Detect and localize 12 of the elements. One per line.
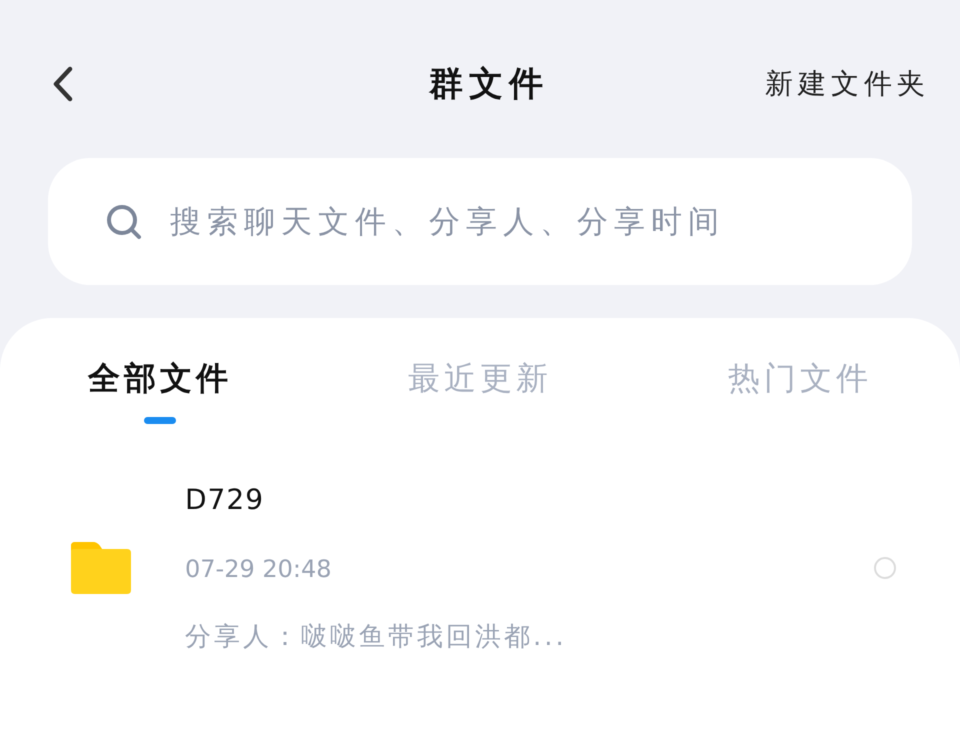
- tab[interactable]: 全部文件: [88, 358, 232, 398]
- search-icon: [106, 204, 142, 240]
- select-radio[interactable]: [874, 557, 896, 579]
- file-time: 07-29 20:48: [185, 554, 332, 585]
- page-title: 群文件: [429, 63, 549, 106]
- file-name: D729: [185, 482, 264, 518]
- search-field[interactable]: 搜索聊天文件、分享人、分享时间: [48, 158, 912, 285]
- file-sharer: 分享人：啵啵鱼带我回洪都...: [185, 621, 567, 654]
- back-icon: [52, 66, 74, 102]
- search-input[interactable]: 搜索聊天文件、分享人、分享时间: [170, 198, 872, 246]
- folder-icon: [71, 542, 131, 594]
- new-folder-link[interactable]: 新建文件夹: [765, 65, 930, 103]
